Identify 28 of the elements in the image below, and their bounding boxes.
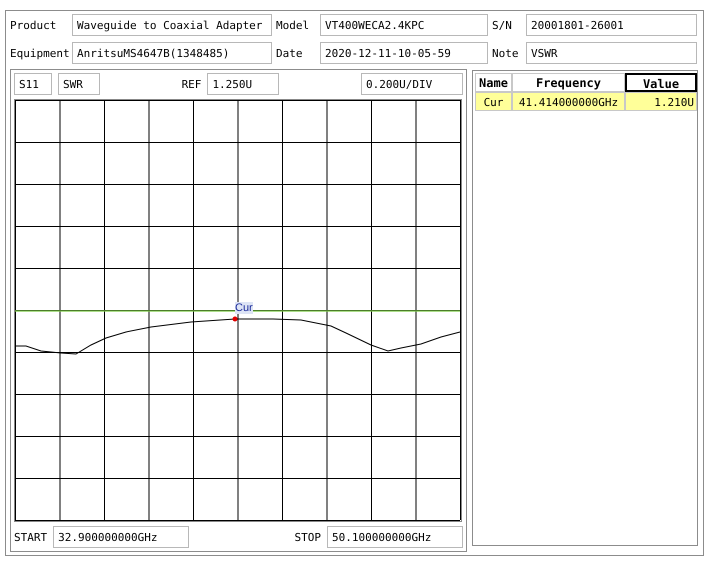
- value-field: 2020-12-11-10-05-59: [320, 42, 488, 64]
- start-label: START: [14, 530, 48, 544]
- table-cell: 41.414000000GHz: [512, 92, 625, 111]
- value-field: AnritsuMS4647B(1348485): [72, 42, 272, 64]
- value-field: VT400WECA2.4KPC: [320, 14, 488, 36]
- field-label: Equipment: [10, 46, 68, 60]
- value-field: 20001801-26001: [526, 14, 697, 36]
- format-field[interactable]: SWR: [58, 73, 100, 95]
- start-field[interactable]: 32.900000000GHz: [53, 526, 190, 548]
- column-header[interactable]: Value: [625, 73, 697, 92]
- stop-label: STOP: [294, 530, 321, 544]
- ref-field[interactable]: 1.250U: [207, 73, 280, 95]
- field-label: Model: [276, 18, 310, 32]
- table-cell: 1.210U: [625, 92, 697, 111]
- ref-label: REF: [182, 78, 202, 90]
- column-header[interactable]: Name: [475, 73, 512, 92]
- stop-field[interactable]: 50.100000000GHz: [327, 526, 463, 548]
- field-label: Date: [276, 46, 304, 60]
- value-field: VSWR: [526, 42, 697, 64]
- marker-label: Cur: [235, 302, 253, 314]
- column-header[interactable]: Frequency: [512, 73, 625, 92]
- field-label: S/N: [492, 18, 513, 32]
- table-cell: Cur: [475, 92, 512, 111]
- parameter-field[interactable]: S11: [14, 73, 52, 95]
- field-label: Product: [10, 18, 58, 32]
- value-field: Waveguide to Coaxial Adapter: [72, 14, 272, 36]
- field-label: Note: [492, 46, 520, 60]
- scale-field[interactable]: 0.200U/DIV: [361, 73, 463, 95]
